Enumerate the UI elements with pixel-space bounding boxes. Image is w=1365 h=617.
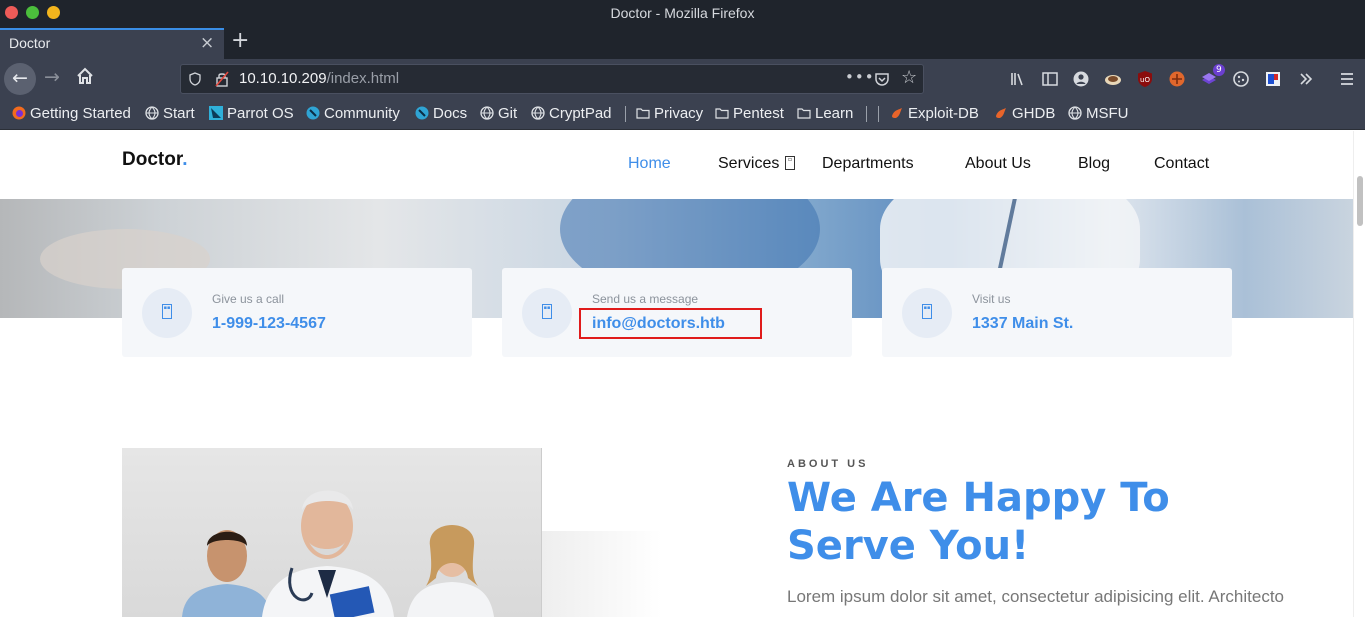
page-actions-icon[interactable]: ••• [845,68,875,86]
image-shadow [542,531,662,617]
about-heading: We Are Happy To Serve You! [787,475,1170,569]
folder-icon [797,108,811,119]
nav-home[interactable]: Home [628,155,671,173]
red-highlight-box [579,308,762,339]
cookie-editor-icon[interactable] [1232,70,1250,88]
globe-icon [145,106,159,120]
dropdown-icon: ▫ [785,156,795,170]
svg-text:uO: uO [1140,76,1150,84]
bookmark-ghdb[interactable]: GHDB [994,105,1055,123]
bookmarks-toolbar: Getting Started Start Parrot OS Communit… [0,99,1365,130]
info-label: Give us a call [212,292,285,306]
map-pin-icon: ▪▪ [922,304,932,319]
info-card-message: ▪▪ Send us a message info@doctors.htb [502,268,852,357]
exploitdb-icon [892,108,902,118]
bookmark-msfu[interactable]: MSFU [1068,105,1129,123]
info-icon-circle: ▪▪ [902,288,952,338]
window-titlebar: Doctor - Mozilla Firefox [0,0,1365,28]
account-icon[interactable] [1072,70,1090,88]
globe-icon [531,106,545,120]
tracking-shield-icon[interactable] [189,72,201,86]
window-title: Doctor - Mozilla Firefox [610,5,755,21]
url-bar[interactable]: 10.10.10.209/index.html ••• ☆ [180,64,924,94]
about-paragraph: Lorem ipsum dolor sit amet, consectetur … [787,587,1285,617]
info-card-phone: ▪▪ Give us a call 1-999-123-4567 [122,268,472,357]
navigation-toolbar: ← → 10.10.10.209/index.html ••• ☆ uO 9 [0,59,1365,99]
phone-icon: ▪▪ [162,304,172,319]
bookmark-folder-learn[interactable]: Learn [797,105,853,123]
phone-number[interactable]: 1-999-123-4567 [212,315,326,333]
info-label: Send us a message [592,292,699,306]
extension-badge: 9 [1213,64,1225,76]
firefox-icon [12,106,26,120]
nav-blog[interactable]: Blog [1078,155,1110,173]
scrollbar-thumb[interactable] [1357,176,1363,226]
tab-doctor[interactable]: Doctor × [0,28,224,59]
forward-button[interactable]: → [44,66,60,88]
globe-icon [1068,106,1082,120]
ublock-icon[interactable]: uO [1136,70,1154,88]
foxyproxy-icon[interactable] [1264,70,1282,88]
bookmark-getting-started[interactable]: Getting Started [12,105,131,123]
street-address[interactable]: 1337 Main St. [972,315,1073,333]
bookmark-parrot-os[interactable]: Parrot OS [209,105,294,123]
library-icon[interactable] [1009,70,1027,88]
page-scrollbar[interactable] [1353,131,1365,617]
info-label: Visit us [972,292,1011,306]
bookmark-separator [878,106,879,122]
pocket-icon[interactable] [874,71,890,87]
bookmark-exploit-db[interactable]: Exploit-DB [890,105,979,123]
tab-title: Doctor [9,35,51,51]
site-logo[interactable]: Doctor. [122,149,187,171]
bookmark-separator [866,106,867,122]
bookmark-cryptpad[interactable]: CryptPad [531,105,612,123]
hackbar-icon[interactable] [1168,70,1186,88]
info-icon-circle: ▪▪ [142,288,192,338]
url-host: 10.10.10.209 [239,70,327,87]
cookie-extension-icon[interactable] [1104,70,1122,88]
sidebar-icon[interactable] [1041,70,1059,88]
parrot-docs-icon [415,106,429,120]
bookmark-separator [625,106,626,122]
tab-close-icon[interactable]: × [200,33,214,53]
bookmark-star-icon[interactable]: ☆ [901,67,917,88]
bookmark-start[interactable]: Start [145,105,195,123]
web-page: Doctor. Home Services ▫ Departments Abou… [0,131,1353,617]
url-text[interactable]: 10.10.10.209/index.html [239,70,399,87]
hamburger-menu-icon[interactable] [1338,70,1356,88]
globe-icon [480,106,494,120]
info-card-address: ▪▪ Visit us 1337 Main St. [882,268,1232,357]
envelope-icon: ▪▪ [542,304,552,319]
nav-contact[interactable]: Contact [1154,155,1209,173]
bookmark-git[interactable]: Git [480,105,517,123]
folder-icon [636,108,650,119]
insecure-lock-icon[interactable] [215,71,229,87]
tab-strip: Doctor × + [0,28,1365,59]
url-path: /index.html [326,70,400,87]
exploitdb-icon [996,108,1006,118]
site-header: Doctor. Home Services ▫ Departments Abou… [0,131,1353,199]
doctors-team-photo [122,448,542,617]
parrot-icon [209,106,223,120]
nav-services[interactable]: Services [718,155,779,173]
overflow-chevron-icon[interactable] [1297,70,1315,88]
bookmark-folder-pentest[interactable]: Pentest [715,105,784,123]
about-kicker: ABOUT US [787,458,869,470]
bookmark-docs[interactable]: Docs [415,105,467,123]
parrot-community-icon [306,106,320,120]
doctors-illustration [182,490,494,617]
home-icon[interactable] [76,67,94,85]
new-tab-button[interactable]: + [231,28,249,53]
folder-icon [715,108,729,119]
nav-departments[interactable]: Departments [822,155,914,173]
bookmark-community[interactable]: Community [306,105,400,123]
back-button[interactable]: ← [4,63,36,95]
info-icon-circle: ▪▪ [522,288,572,338]
nav-about-us[interactable]: About Us [965,155,1031,173]
bookmark-folder-privacy[interactable]: Privacy [636,105,703,123]
